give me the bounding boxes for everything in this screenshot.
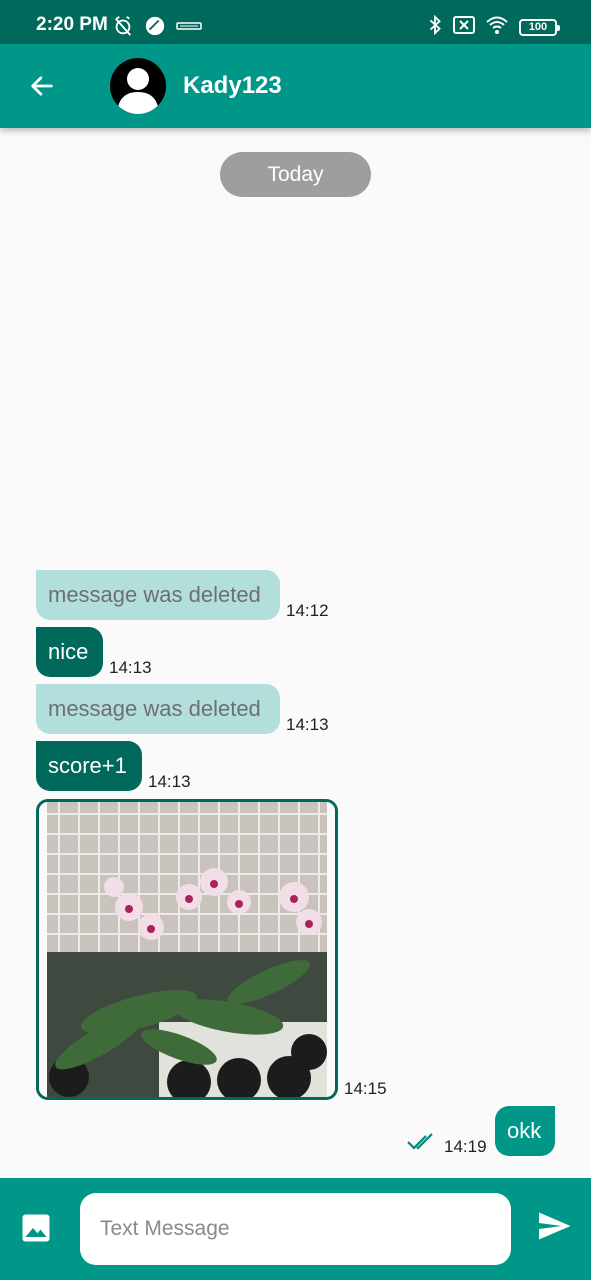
back-button[interactable] (22, 66, 62, 106)
wifi-icon (485, 15, 509, 40)
date-separator: Today (220, 152, 371, 197)
image-message[interactable] (36, 799, 338, 1100)
attach-image-button[interactable] (18, 1210, 54, 1246)
arrow-left-icon (31, 76, 53, 96)
status-bar: 2:20 PM 100 (0, 0, 591, 44)
battery-icon: 100 (519, 19, 560, 36)
alarm-off-icon (112, 15, 134, 42)
network-logo-icon (176, 19, 202, 38)
incoming-message-bubble[interactable]: nice (36, 627, 103, 677)
sim-off-icon (453, 16, 475, 39)
image-icon (22, 1214, 50, 1242)
message-time: 14:13 (286, 715, 329, 734)
status-time: 2:20 PM (36, 14, 108, 35)
status-left-icons (112, 15, 202, 42)
orchid-photo (39, 802, 335, 1097)
message-time: 14:15 (344, 1079, 387, 1098)
send-icon (539, 1212, 571, 1240)
message-composer (0, 1178, 591, 1280)
contact-name[interactable]: Kady123 (183, 72, 282, 100)
message-time: 14:13 (109, 658, 152, 677)
message-time: 14:19 (444, 1137, 487, 1156)
chat-header: Kady123 (0, 44, 591, 128)
bluetooth-icon (427, 14, 443, 40)
person-icon (117, 68, 159, 114)
send-button[interactable] (536, 1208, 576, 1248)
deleted-message-bubble[interactable]: message was deleted (36, 570, 280, 620)
outgoing-message-bubble[interactable]: okk (495, 1106, 555, 1156)
deleted-message-bubble[interactable]: message was deleted (36, 684, 280, 734)
message-input[interactable] (80, 1193, 511, 1265)
data-saver-icon (144, 15, 166, 42)
incoming-message-bubble[interactable]: score+1 (36, 741, 142, 791)
status-right-icons: 100 (427, 14, 560, 40)
double-check-read-icon (406, 1132, 438, 1157)
avatar[interactable] (110, 58, 166, 114)
message-time: 14:12 (286, 601, 329, 620)
message-time: 14:13 (148, 772, 191, 791)
